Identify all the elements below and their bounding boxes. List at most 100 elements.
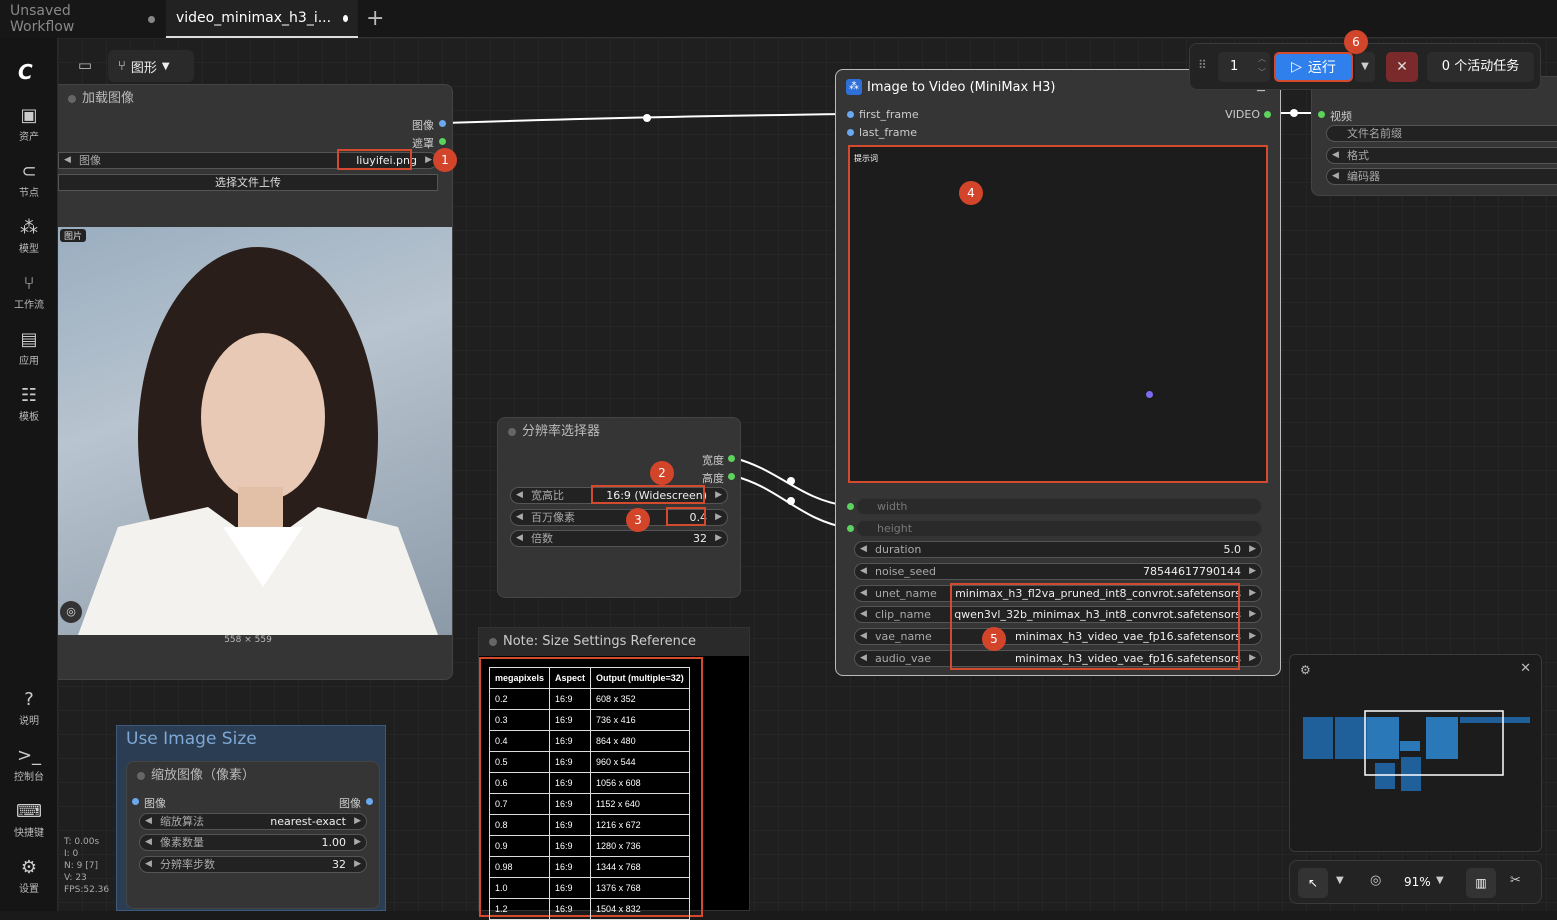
select-pointer-icon[interactable]: ↖: [1298, 868, 1328, 898]
upload-button[interactable]: 选择文件上传: [58, 174, 438, 191]
codec-widget[interactable]: ◀ 编码器: [1326, 168, 1557, 185]
table-cell: 0.98: [488, 856, 551, 878]
annotation-box-1: [337, 149, 412, 170]
run-options-chevron-icon[interactable]: ▼: [1355, 52, 1375, 82]
output-mask-label: 遮罩: [412, 137, 434, 150]
table-cell: 1280 x 736: [590, 835, 690, 857]
input-width-port[interactable]: [847, 503, 854, 510]
link-visibility-icon[interactable]: ✂: [1510, 873, 1521, 888]
output-width-label: 宽度: [702, 454, 724, 467]
output-width-port[interactable]: [728, 455, 735, 462]
table-cell: 736 x 416: [590, 709, 690, 731]
table-cell: 1152 x 640: [590, 793, 690, 815]
table-cell: 608 x 352: [590, 688, 690, 710]
table-header: Output (multiple=32): [590, 667, 690, 689]
play-icon: ▷: [1291, 59, 1302, 75]
resolution-steps-widget[interactable]: ◀ 分辨率步数 32 ▶: [139, 856, 367, 873]
run-toolbar: ⠿ 1 ︿ ﹀ ▷ 运行 ▼ ✕ 0 个活动任务: [1189, 43, 1541, 90]
scale-image-node[interactable]: 缩放图像（像素） 图像 图像 ◀ 缩放算法 nearest-exact ▶ ◀ 像素数量…: [126, 761, 380, 909]
camera-icon[interactable]: ◎: [60, 601, 82, 623]
input-height-port[interactable]: [847, 525, 854, 532]
zoom-level[interactable]: 91%: [1404, 875, 1431, 889]
table-cell: 864 x 480: [590, 730, 690, 752]
chevron-down-icon[interactable]: ▼: [1336, 875, 1344, 886]
table-row: 0.2 16:9 608 x 352: [488, 688, 690, 710]
table-header: Aspect: [549, 667, 592, 689]
scale-algorithm-widget[interactable]: ◀ 缩放算法 nearest-exact ▶: [139, 813, 367, 830]
table-cell: 0.7: [488, 793, 551, 815]
annotation-badge: 1: [433, 148, 457, 172]
prompt-textarea[interactable]: 提示词: [848, 145, 1268, 483]
queue-count-input[interactable]: 1 ︿ ﹀: [1218, 52, 1270, 82]
run-button[interactable]: ▷ 运行: [1274, 52, 1353, 82]
minimap-view: [1303, 710, 1530, 791]
table-cell: 16:9: [549, 730, 592, 752]
output-mask-port[interactable]: [439, 138, 446, 145]
table-cell: 16:9: [549, 793, 592, 815]
format-widget[interactable]: ◀ 格式: [1326, 147, 1557, 164]
graph-mode-button[interactable]: ⑂ 图形 ▼: [108, 50, 194, 82]
close-icon[interactable]: ✕: [1520, 661, 1531, 676]
input-last-frame-label: last_frame: [859, 126, 917, 139]
fit-view-icon[interactable]: ◎: [1370, 873, 1381, 888]
active-tasks-button[interactable]: 0 个活动任务: [1427, 52, 1534, 82]
output-height-port[interactable]: [728, 473, 735, 480]
arrow-left-icon: ◀: [516, 533, 523, 543]
width-input-widget[interactable]: width: [856, 498, 1262, 515]
panel-toggle-icon[interactable]: ▭: [72, 50, 98, 80]
arrow-right-icon: ▶: [425, 155, 432, 165]
noise-seed-widget[interactable]: ◀ noise_seed 78544617790144 ▶: [854, 563, 1262, 580]
multiple-widget[interactable]: ◀ 倍数 32 ▶: [510, 530, 728, 547]
height-input-widget[interactable]: height: [856, 520, 1262, 537]
output-image-port[interactable]: [439, 120, 446, 127]
minimap-settings-icon[interactable]: ⚙: [1300, 663, 1311, 677]
table-cell: 1.0: [488, 877, 551, 899]
load-image-node[interactable]: 加载图像 图像 遮罩 ◀ 图像 liuyifei.png ▶ 选择文件上传 图片…: [58, 84, 453, 680]
input-video-port[interactable]: [1318, 111, 1325, 118]
chevron-down-icon[interactable]: ▼: [1436, 875, 1444, 886]
stepper-icon[interactable]: ︿ ﹀: [1258, 52, 1266, 80]
input-image-port[interactable]: [132, 798, 139, 805]
table-cell: 0.2: [488, 688, 551, 710]
perf-stats: T: 0.00s I: 0 N: 9 [7] V: 23 FPS:52.36: [64, 837, 110, 895]
note-node[interactable]: Note: Size Settings Reference megapixels…: [478, 627, 750, 920]
node-icon: ⁂: [846, 79, 862, 95]
filename-prefix-widget[interactable]: 文件名前缀: [1326, 125, 1557, 142]
table-row: 0.5 16:9 960 x 544: [488, 751, 690, 773]
table-cell: 16:9: [549, 814, 592, 836]
table-cell: 1504 x 832: [590, 898, 690, 920]
canvas-controls: ↖ ▼ ◎ 91% ▼ ▥ ✂: [1289, 860, 1542, 904]
input-image-label: 图像: [144, 797, 166, 810]
annotation-badge: 6: [1344, 30, 1368, 54]
minimap-toggle-icon[interactable]: ▥: [1466, 868, 1496, 898]
save-video-node[interactable]: 视频 文件名前缀 ◀ 格式 ◀ 编码器: [1311, 76, 1557, 196]
size-reference-table-box: megapixels Aspect Output (multiple=32) 0.2…: [479, 657, 703, 920]
annotation-badge: 5: [982, 627, 1006, 651]
table-row: 0.98 16:9 1344 x 768: [488, 856, 690, 878]
table-cell: 1056 x 608: [590, 772, 690, 794]
arrow-right-icon: ▶: [715, 512, 722, 522]
table-row: 0.9 16:9 1280 x 736: [488, 835, 690, 857]
input-last-frame-port[interactable]: [847, 129, 854, 136]
node-title: Note: Size Settings Reference: [479, 628, 749, 656]
duration-widget[interactable]: ◀ duration 5.0 ▶: [854, 541, 1262, 558]
cursor-dot-icon: [1146, 391, 1153, 398]
input-video-label: 视频: [1330, 110, 1352, 123]
cancel-button[interactable]: ✕: [1386, 52, 1418, 82]
table-cell: 16:9: [549, 751, 592, 773]
size-reference-table: megapixels Aspect Output (multiple=32) 0.2…: [488, 667, 690, 920]
use-image-size-group[interactable]: Use Image Size 缩放图像（像素） 图像 图像 ◀ 缩放算法 neare…: [116, 725, 386, 911]
input-first-frame-port[interactable]: [847, 111, 854, 118]
annotation-box-2: [591, 485, 705, 504]
pixel-count-widget[interactable]: ◀ 像素数量 1.00 ▶: [139, 834, 367, 851]
table-cell: 1344 x 768: [590, 856, 690, 878]
drag-handle-icon[interactable]: ⠿: [1198, 58, 1207, 72]
output-video-port[interactable]: [1264, 111, 1271, 118]
output-image-port[interactable]: [366, 798, 373, 805]
arrow-right-icon: ▶: [715, 533, 722, 543]
input-first-frame-label: first_frame: [859, 108, 919, 121]
table-row: 1.2 16:9 1504 x 832: [488, 898, 690, 920]
minimap-panel[interactable]: ⚙ ✕: [1289, 654, 1542, 852]
graph-icon: ⑂: [118, 58, 126, 74]
output-video-label: VIDEO: [1225, 108, 1260, 121]
